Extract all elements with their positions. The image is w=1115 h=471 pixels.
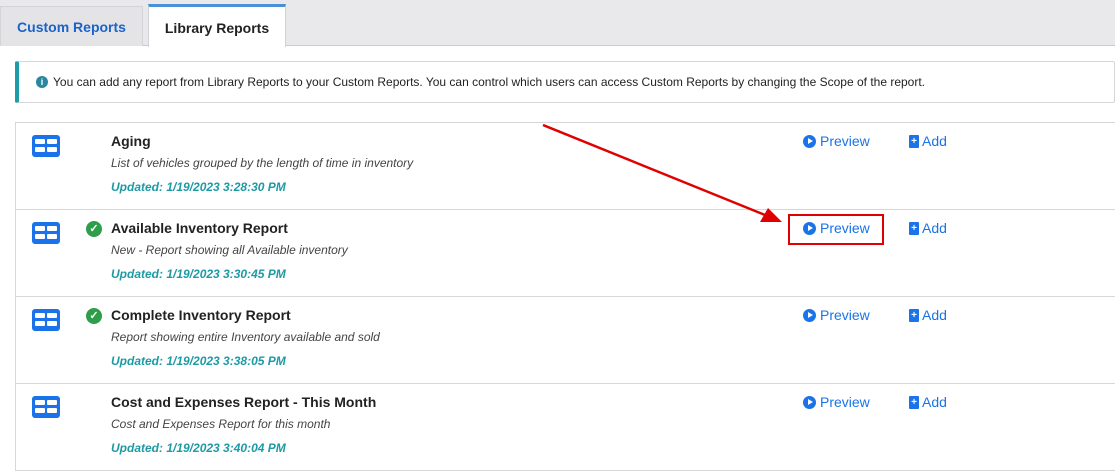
report-description: Report showing entire Inventory availabl… (111, 330, 380, 344)
report-updated: Updated: 1/19/2023 3:38:05 PM (111, 354, 286, 368)
add-button[interactable]: + Add (909, 307, 947, 323)
add-file-icon: + (909, 395, 919, 409)
list-item: Aging List of vehicles grouped by the le… (16, 123, 1115, 210)
preview-button[interactable]: Preview (803, 394, 870, 410)
add-label: Add (922, 394, 947, 410)
preview-button[interactable]: Preview (803, 133, 870, 149)
tab-bar: Custom Reports Library Reports (0, 0, 1115, 47)
preview-label: Preview (820, 394, 870, 410)
report-updated: Updated: 1/19/2023 3:40:04 PM (111, 441, 286, 455)
add-file-icon: + (909, 221, 919, 235)
table-icon (32, 396, 60, 418)
list-item: ✓ Available Inventory Report New - Repor… (16, 210, 1115, 297)
report-updated: Updated: 1/19/2023 3:30:45 PM (111, 267, 286, 281)
add-button[interactable]: + Add (909, 133, 947, 149)
report-updated: Updated: 1/19/2023 3:28:30 PM (111, 180, 286, 194)
report-description: New - Report showing all Available inven… (111, 243, 348, 257)
list-item: ✓ Complete Inventory Report Report showi… (16, 297, 1115, 384)
play-icon (803, 221, 816, 235)
report-description: List of vehicles grouped by the length o… (111, 156, 414, 170)
add-file-icon: + (909, 134, 919, 148)
check-circle-icon: ✓ (86, 221, 102, 237)
info-icon: i (36, 75, 48, 88)
table-icon (32, 222, 60, 244)
report-description: Cost and Expenses Report for this month (111, 417, 331, 431)
add-file-icon: + (909, 308, 919, 322)
tab-custom-reports[interactable]: Custom Reports (0, 6, 143, 46)
list-item: Cost and Expenses Report - This Month Co… (16, 384, 1115, 471)
add-label: Add (922, 307, 947, 323)
info-text: You can add any report from Library Repo… (53, 75, 926, 89)
add-label: Add (922, 133, 947, 149)
preview-label: Preview (820, 220, 870, 236)
preview-button[interactable]: Preview (803, 220, 870, 236)
report-title: Cost and Expenses Report - This Month (111, 394, 377, 410)
tab-library-reports[interactable]: Library Reports (148, 4, 286, 47)
preview-label: Preview (820, 133, 870, 149)
play-icon (803, 308, 816, 322)
info-banner: i You can add any report from Library Rep… (15, 61, 1115, 103)
report-list: Aging List of vehicles grouped by the le… (15, 122, 1115, 471)
preview-button[interactable]: Preview (803, 307, 870, 323)
play-icon (803, 395, 816, 409)
check-circle-icon: ✓ (86, 308, 102, 324)
add-button[interactable]: + Add (909, 394, 947, 410)
report-title: Complete Inventory Report (111, 307, 291, 323)
table-icon (32, 309, 60, 331)
report-title: Aging (111, 133, 151, 149)
play-icon (803, 134, 816, 148)
report-title: Available Inventory Report (111, 220, 288, 236)
preview-label: Preview (820, 307, 870, 323)
add-label: Add (922, 220, 947, 236)
table-icon (32, 135, 60, 157)
add-button[interactable]: + Add (909, 220, 947, 236)
